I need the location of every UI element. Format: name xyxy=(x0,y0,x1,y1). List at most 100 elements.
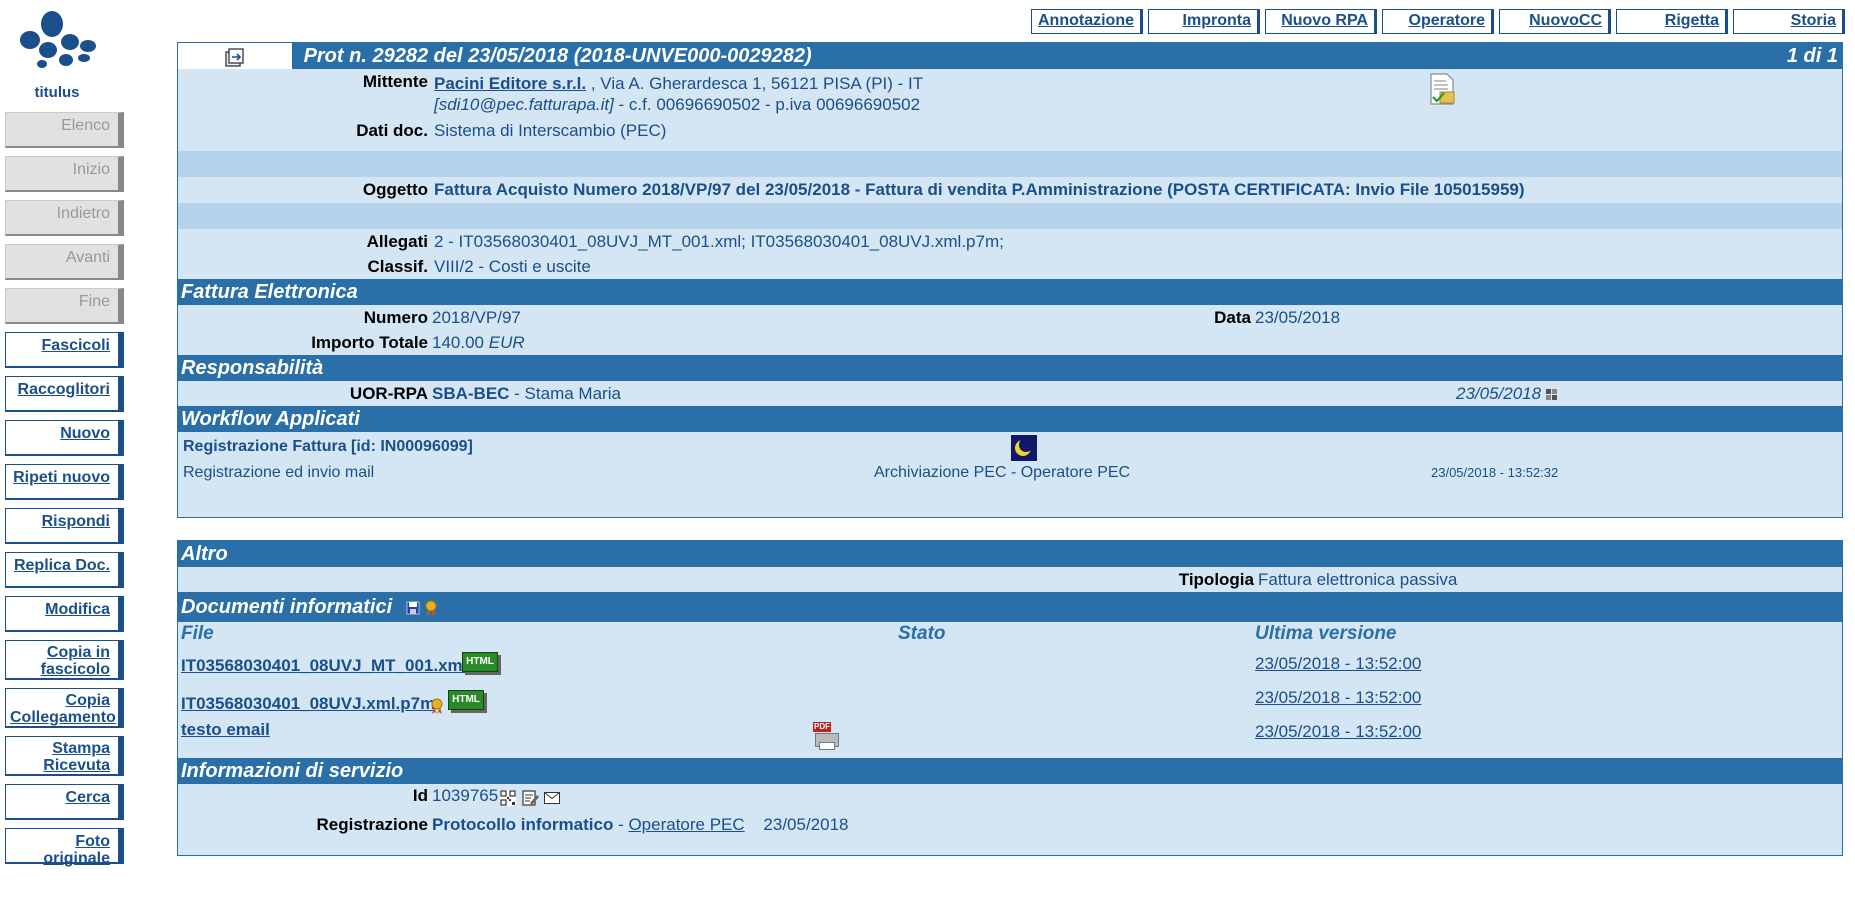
uor-date-text: 23/05/2018 xyxy=(1456,384,1542,403)
sidebar-stampa-ricevuta-button[interactable]: Stampa Ricevuta xyxy=(5,736,124,776)
divider-strip xyxy=(178,203,1842,229)
file-version-link[interactable]: 23/05/2018 - 13:52:00 xyxy=(1255,654,1421,674)
responsabilita-header: Responsabilità xyxy=(178,355,1842,381)
certificate-document-icon[interactable] xyxy=(1428,73,1456,105)
mittente-block: Mittente Pacini Editore s.r.l. , Via A. … xyxy=(178,69,1842,151)
document-arrow-icon[interactable] xyxy=(224,48,246,68)
workflow-name: Registrazione Fattura [id: IN00096099] xyxy=(183,438,473,455)
file-row: IT03568030401_08UVJ.xml.p7m HTML 23/05/2… xyxy=(178,684,1842,718)
mail-icon[interactable] xyxy=(544,792,560,804)
uor-label: UOR-RPA xyxy=(349,384,428,403)
protocol-title: Prot n. 29282 del 23/05/2018 (2018-UNVE0… xyxy=(303,45,812,67)
registrazione-sep: - xyxy=(613,815,629,834)
sidebar-copia-collegamento-button[interactable]: Copia Collegamento xyxy=(5,688,124,728)
documenti-columns: File Stato Ultima versione xyxy=(178,622,1842,646)
impronta-button[interactable]: Impronta xyxy=(1148,9,1260,34)
id-value: 1039765 xyxy=(432,786,499,805)
documenti-header: Documenti informatici xyxy=(178,592,1842,622)
uor-row: UOR-RPA SBA-BEC - Stama Maria 23/05/2018 xyxy=(178,381,1842,406)
data-value: 23/05/2018 xyxy=(1255,308,1341,327)
importo-amount: 140.00 xyxy=(432,333,484,352)
column-ultima-versione: Ultima versione xyxy=(1255,623,1397,644)
top-toolbar: Annotazione Impronta Nuovo RPA Operatore… xyxy=(1031,9,1845,34)
edit-document-icon[interactable] xyxy=(521,789,539,807)
sidebar-indietro-button: Indietro xyxy=(5,200,124,236)
importo-value: 140.00 EUR xyxy=(432,330,525,355)
signature-seal-icon[interactable] xyxy=(431,698,443,714)
mittente-name-link[interactable]: Pacini Editore s.r.l. xyxy=(434,74,586,93)
sidebar-foto-originale-button[interactable]: Foto originale xyxy=(5,828,124,867)
html-view-icon[interactable]: HTML xyxy=(448,690,484,710)
qr-code-icon[interactable] xyxy=(500,790,516,806)
uor-date: 23/05/2018 xyxy=(1456,381,1558,406)
rigetta-button[interactable]: Rigetta xyxy=(1616,9,1728,34)
allegati-value: 2 - IT03568030401_08UVJ_MT_001.xml; IT03… xyxy=(434,232,1004,251)
sidebar-replica-doc-button[interactable]: Replica Doc. xyxy=(5,552,124,588)
nuovocc-button[interactable]: NuovoCC xyxy=(1499,9,1611,34)
html-view-icon[interactable]: HTML xyxy=(462,652,498,672)
sidebar-fascicoli-button[interactable]: Fascicoli xyxy=(5,332,124,368)
sidebar-inizio-button: Inizio xyxy=(5,156,124,192)
file-row: testo email PDF 23/05/2018 - 13:52:00 xyxy=(178,718,1842,758)
classif-label: Classif. xyxy=(367,257,428,276)
oggetto-value: Fattura Acquisto Numero 2018/VP/97 del 2… xyxy=(434,180,1525,199)
titulus-logo: titulus xyxy=(14,8,96,104)
documenti-title: Documenti informatici xyxy=(181,596,393,618)
id-row: Id 1039765 xyxy=(178,784,1842,812)
users-icon[interactable] xyxy=(1545,388,1558,401)
sidebar-rispondi-button[interactable]: Rispondi xyxy=(5,508,124,544)
file-version-link[interactable]: 23/05/2018 - 13:52:00 xyxy=(1255,722,1421,742)
html-badge-text: HTML xyxy=(452,694,480,705)
seal-ribbon-icon[interactable] xyxy=(425,600,437,616)
classif-value: VIII/2 - Costi e uscite xyxy=(434,257,591,276)
servizio-header: Informazioni di servizio xyxy=(178,758,1842,784)
numero-value: 2018/VP/97 xyxy=(432,308,521,327)
divider-strip xyxy=(178,151,1842,177)
workflow-header: Workflow Applicati xyxy=(178,406,1842,432)
save-disk-icon[interactable] xyxy=(406,601,420,615)
classif-row: Classif. VIII/2 - Costi e uscite xyxy=(178,254,1842,279)
sidebar-cerca-button[interactable]: Cerca xyxy=(5,784,124,820)
workflow-step: Registrazione ed invio mail xyxy=(183,464,375,481)
file-link[interactable]: testo email xyxy=(181,720,270,740)
nuovo-rpa-button[interactable]: Nuovo RPA xyxy=(1265,9,1377,34)
sidebar-modifica-button[interactable]: Modifica xyxy=(5,596,124,632)
column-file: File xyxy=(181,623,214,644)
workflow-operator: Archiviazione PEC - Operatore PEC xyxy=(874,464,1131,481)
uor-code: SBA-BEC xyxy=(432,384,510,403)
importo-label: Importo Totale xyxy=(311,333,428,352)
annotazione-button[interactable]: Annotazione xyxy=(1031,9,1143,34)
logo-text: titulus xyxy=(34,84,80,101)
printer-paper xyxy=(819,742,835,750)
fattura-importo-row: Importo Totale 140.00 EUR xyxy=(178,330,1842,355)
data-label: Data xyxy=(1214,308,1251,327)
html-badge-text: HTML xyxy=(466,656,494,667)
protocol-icon-box xyxy=(178,43,292,69)
mittente-value: Pacini Editore s.r.l. , Via A. Gherardes… xyxy=(434,73,923,115)
sidebar-fine-button: Fine xyxy=(5,288,124,324)
file-version-link[interactable]: 23/05/2018 - 13:52:00 xyxy=(1255,688,1421,708)
pdf-print-icon[interactable]: PDF xyxy=(811,722,839,750)
mittente-address: , Via A. Gherardesca 1, 56121 PISA (PI) … xyxy=(590,74,924,93)
details-panel: Altro Tipologia Fattura elettronica pass… xyxy=(177,540,1843,856)
pdf-badge-text: PDF xyxy=(813,722,831,732)
fattura-numero-row: Numero 2018/VP/97 Data 23/05/2018 xyxy=(178,305,1842,330)
sidebar: Elenco Inizio Indietro Avanti Fine Fasci… xyxy=(5,112,125,872)
operatore-button[interactable]: Operatore xyxy=(1382,9,1494,34)
datidoc-label: Dati doc. xyxy=(356,121,428,140)
sidebar-ripeti-nuovo-button[interactable]: Ripeti nuovo xyxy=(5,464,124,500)
storia-button[interactable]: Storia xyxy=(1733,9,1845,34)
sidebar-copia-fascicolo-button[interactable]: Copia in fascicolo xyxy=(5,640,124,680)
sidebar-raccoglitori-button[interactable]: Raccoglitori xyxy=(5,376,124,412)
registrazione-date: 23/05/2018 xyxy=(763,815,849,834)
pager: 1 di 1 xyxy=(1786,45,1838,67)
operatore-pec-link[interactable]: Operatore PEC xyxy=(628,815,744,834)
tipologia-row: Tipologia Fattura elettronica passiva xyxy=(178,567,1842,592)
id-label: Id xyxy=(412,786,428,805)
sidebar-elenco-button: Elenco xyxy=(5,112,124,148)
sidebar-nuovo-button[interactable]: Nuovo xyxy=(5,420,124,456)
file-link[interactable]: IT03568030401_08UVJ_MT_001.xml xyxy=(181,656,467,676)
file-row: IT03568030401_08UVJ_MT_001.xml HTML 23/0… xyxy=(178,646,1842,684)
registrazione-type: Protocollo informatico xyxy=(432,815,614,834)
file-link[interactable]: IT03568030401_08UVJ.xml.p7m xyxy=(181,694,435,714)
